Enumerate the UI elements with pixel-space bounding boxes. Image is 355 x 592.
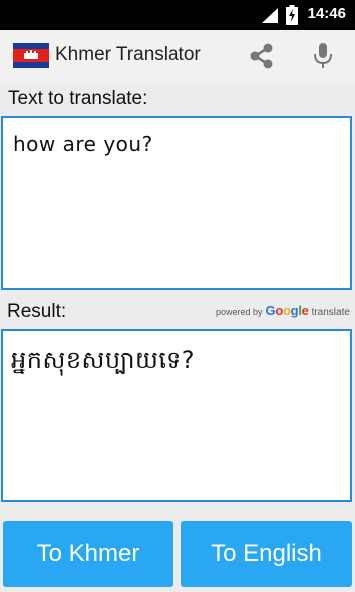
- input-label: Text to translate:: [8, 88, 148, 109]
- google-logo: Google: [265, 303, 309, 318]
- to-khmer-button[interactable]: To Khmer: [3, 521, 173, 587]
- source-text-input[interactable]: how are you?: [1, 116, 352, 290]
- result-text-value: អ្នកសុខសប្បាយទេ?: [11, 346, 195, 374]
- to-english-button[interactable]: To English: [181, 521, 352, 587]
- microphone-icon[interactable]: [311, 42, 335, 70]
- app-bar: Khmer Translator: [0, 30, 355, 84]
- cambodia-flag-icon: [13, 43, 49, 68]
- powered-by-prefix: powered by: [216, 307, 263, 317]
- share-icon[interactable]: [248, 42, 276, 70]
- result-output: អ្នកសុខសប្បាយទេ?: [1, 329, 352, 502]
- result-label: Result:: [7, 301, 67, 322]
- powered-by-suffix: translate: [311, 307, 350, 318]
- battery-charging-icon: [286, 5, 298, 25]
- powered-by-google-translate: powered by Google translate: [216, 303, 350, 318]
- clock: 14:46: [307, 5, 346, 22]
- source-text-value[interactable]: how are you?: [13, 132, 153, 156]
- status-bar: 14:46: [0, 0, 355, 30]
- signal-icon: [262, 8, 278, 23]
- app-title: Khmer Translator: [55, 44, 201, 65]
